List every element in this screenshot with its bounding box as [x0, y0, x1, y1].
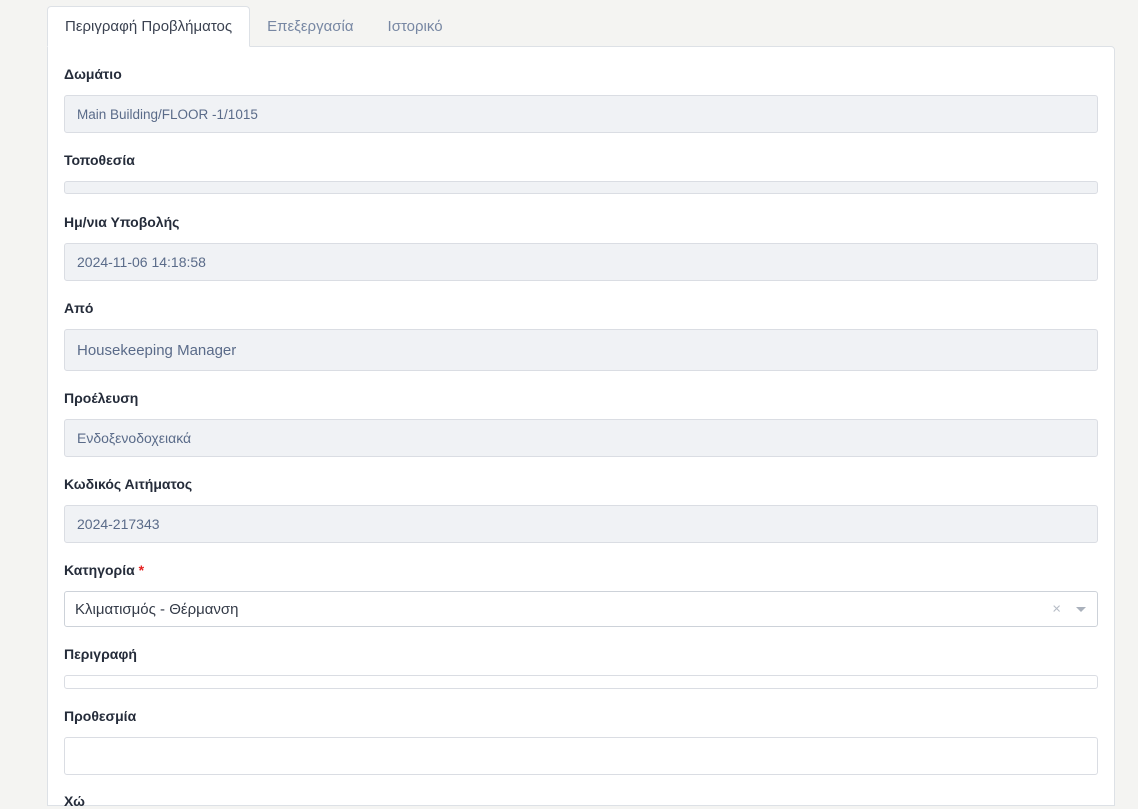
- tab-problem-description[interactable]: Περιγραφή Προβλήματος: [47, 6, 251, 47]
- required-asterisk: *: [138, 562, 145, 578]
- category-label: Κατηγορία *: [64, 562, 144, 578]
- category-label-text: Κατηγορία: [64, 562, 135, 578]
- origin-label: Προέλευση: [64, 390, 139, 406]
- deadline-input[interactable]: [64, 737, 1098, 775]
- category-select[interactable]: Κλιματισμός - Θέρμανση ×: [64, 591, 1098, 627]
- room-field: Main Building/FLOOR -1/1015: [64, 95, 1098, 133]
- location-field: [64, 181, 1098, 194]
- next-field-label: Χώ: [64, 793, 85, 809]
- form-panel: Δωμάτιο Main Building/FLOOR -1/1015 Τοπο…: [47, 46, 1115, 809]
- tab-processing[interactable]: Επεξεργασία: [250, 6, 370, 47]
- clear-icon[interactable]: ×: [1052, 601, 1061, 618]
- request-code-label: Κωδικός Αιτήματος: [64, 476, 193, 492]
- location-label: Τοποθεσία: [64, 152, 135, 168]
- description-label: Περιγραφή: [64, 646, 137, 662]
- description-field[interactable]: [64, 675, 1098, 689]
- category-selected-value: Κλιματισμός - Θέρμανση: [75, 600, 239, 618]
- deadline-label: Προθεσμία: [64, 708, 137, 724]
- submit-date-label: Ημ/νια Υποβολής: [64, 214, 180, 230]
- origin-field: Ενδοξενοδοχειακά: [64, 419, 1098, 457]
- chevron-down-icon[interactable]: [1076, 607, 1086, 612]
- tab-bar: Περιγραφή Προβλήματος Επεξεργασία Ιστορι…: [47, 6, 460, 47]
- room-label: Δωμάτιο: [64, 66, 122, 82]
- from-label: Από: [64, 300, 94, 316]
- submit-date-field: 2024-11-06 14:18:58: [64, 243, 1098, 281]
- from-field: Housekeeping Manager: [64, 329, 1098, 371]
- tab-history[interactable]: Ιστορικό: [371, 6, 460, 47]
- request-code-field: 2024-217343: [64, 505, 1098, 543]
